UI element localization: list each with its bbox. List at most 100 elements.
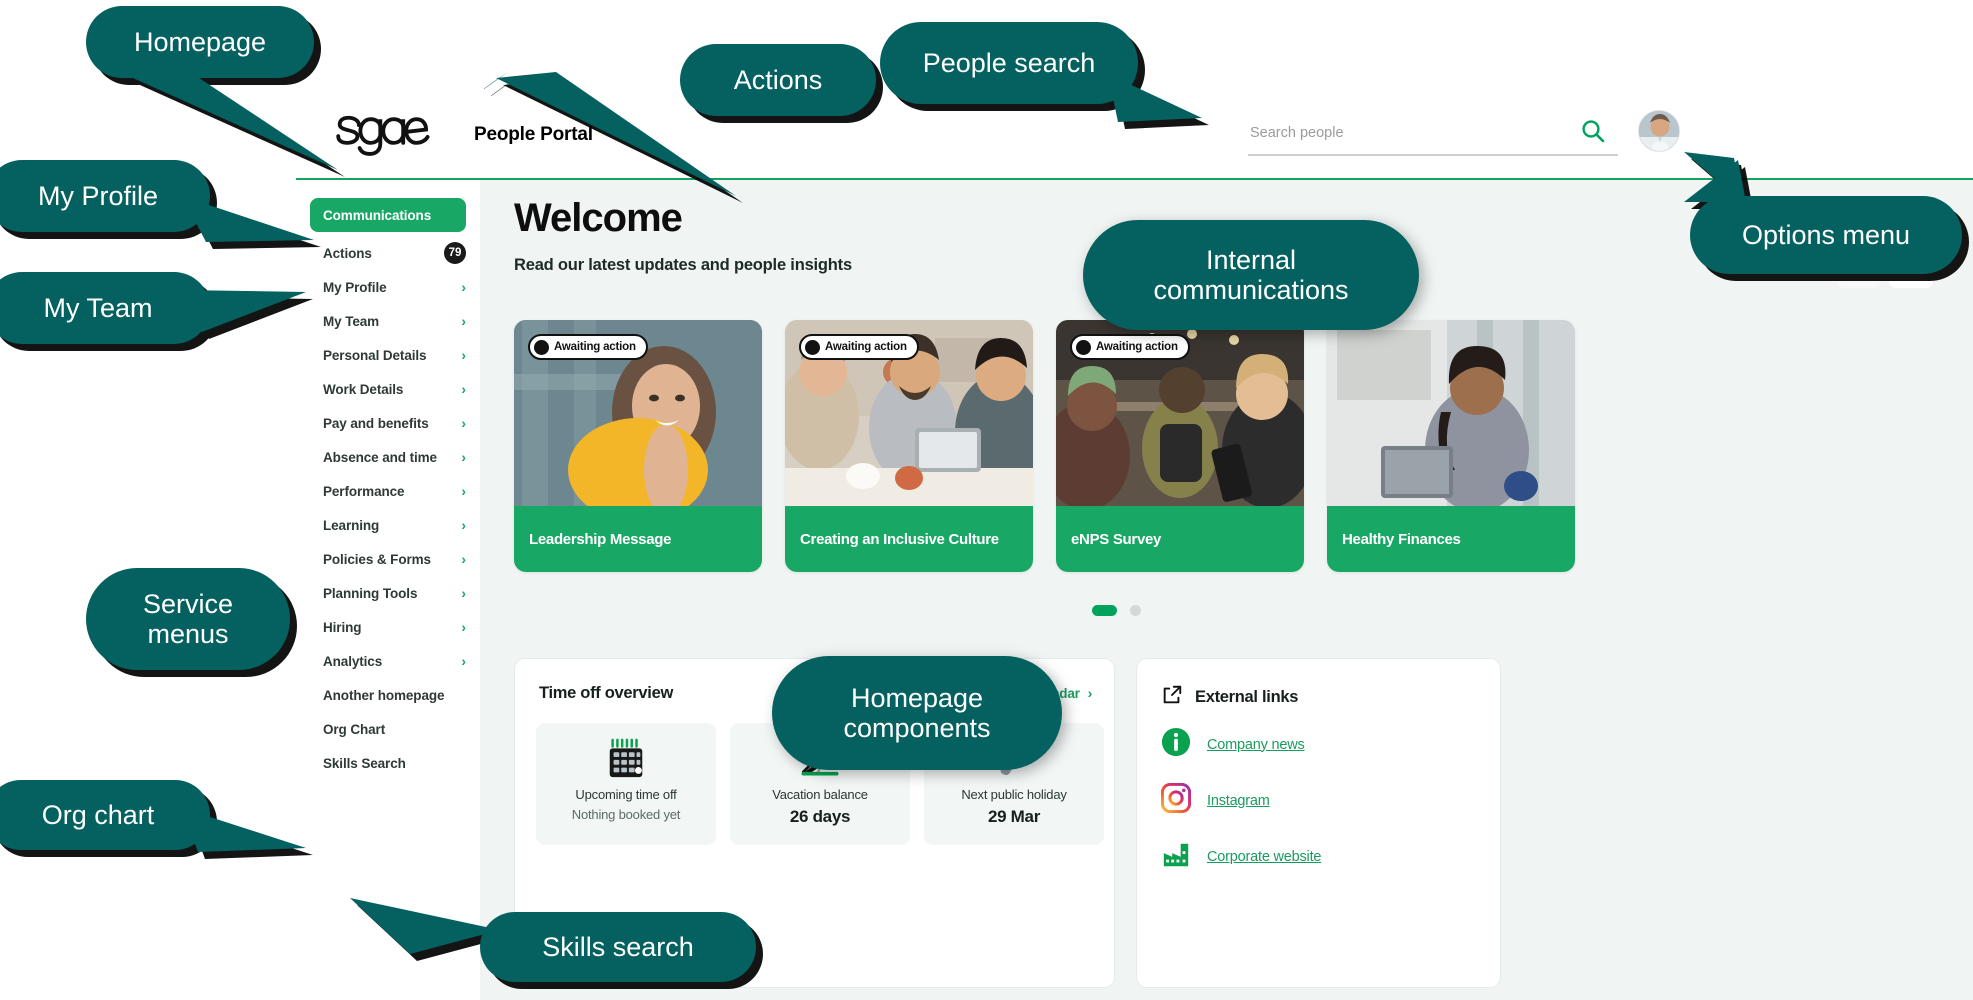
external-link-corporate-website[interactable]: Corporate website [1161,839,1321,874]
callout-actions: Actions [484,44,876,196]
sidebar-item-skills-search[interactable]: Skills Search [296,746,480,780]
callout-homepage-components: Homepage components [772,656,1062,770]
chevron-right-icon: › [461,551,466,567]
info-circle-icon [1161,727,1191,762]
sidebar-item-policies-and-forms[interactable]: Policies & Forms › [296,542,480,576]
carousel-dot[interactable] [1130,605,1141,616]
sidebar-active-label: Communications [323,207,432,223]
sidebar-item-analytics[interactable]: Analytics › [296,644,480,678]
sidebar-item-label: Pay and benefits [323,415,429,431]
communications-carousel: Awaiting action Leadership Message Await… [514,320,1575,572]
status-badge: Awaiting action [799,334,919,360]
time-off-heading: Time off overview [539,684,673,702]
sidebar-item-performance[interactable]: Performance › [296,474,480,508]
sidebar-item-another-homepage[interactable]: Another homepage [296,678,480,712]
tile-value: 26 days [789,807,851,826]
sidebar-item-planning-tools[interactable]: Planning Tools › [296,576,480,610]
avatar[interactable] [1638,110,1680,152]
sidebar-item-my-team[interactable]: My Team › [296,304,480,338]
sidebar-item-label: Org Chart [323,721,386,737]
callout-bubble: My Team [0,272,210,344]
sidebar-item-label: My Profile [323,279,387,295]
card-footer: Creating an Inclusive Culture [785,506,1033,572]
sidebar-nav: Communications Actions 79 My Profile › M… [296,180,480,1000]
search-input[interactable] [1248,114,1566,152]
sidebar-item-absence-and-time[interactable]: Absence and time › [296,440,480,474]
communication-card[interactable]: Awaiting action eNPS Survey [1056,320,1304,572]
sidebar-item-label: Actions [323,245,372,261]
status-label: Awaiting action [1096,341,1178,353]
chevron-right-icon: › [461,449,466,465]
calendar-icon [604,735,648,781]
callout-service-menus: Service menus [86,568,290,670]
tile-label: Next public holiday [961,787,1067,802]
status-dot-icon [805,339,820,355]
sidebar-item-label: Performance [323,483,405,499]
external-link-company-news[interactable]: Company news [1161,727,1305,762]
callout-bubble: My Profile [0,160,210,232]
sidebar-item-label: Work Details [323,381,404,397]
card-image [1327,320,1575,506]
tile-label: Vacation balance [772,787,868,802]
chevron-right-icon: › [461,585,466,601]
card-image: Awaiting action [514,320,762,506]
external-link-icon [1161,684,1183,711]
people-search [1248,114,1618,158]
callout-bubble: Internal communications [1083,220,1419,330]
tile-upcoming-time-off[interactable]: Upcoming time off Nothing booked yet [536,723,716,845]
card-image: Awaiting action [785,320,1033,506]
status-dot-icon [534,339,549,355]
sidebar-item-label: Planning Tools [323,585,418,601]
actions-badge: 79 [444,242,466,264]
communication-card[interactable]: Awaiting action Creating an Inclusive Cu… [785,320,1033,572]
external-link-instagram[interactable]: Instagram [1160,782,1270,818]
external-link-label: Instagram [1207,792,1270,809]
chevron-right-icon: › [461,619,466,635]
card-footer: Leadership Message [514,506,762,572]
chevron-right-icon: › [461,313,466,329]
sidebar-item-work-details[interactable]: Work Details › [296,372,480,406]
status-label: Awaiting action [554,341,636,353]
sage-logo-icon[interactable] [336,110,432,158]
sidebar-item-communications[interactable]: Communications [310,198,466,232]
sidebar-item-label: Analytics [323,653,383,669]
callout-options-menu: Options menu [1684,152,1962,274]
callout-internal-communications: Internal communications [1083,220,1419,330]
status-badge: Awaiting action [1070,334,1190,360]
sidebar-item-label: Personal Details [323,347,427,363]
status-badge: Awaiting action [528,334,648,360]
sidebar-item-label: Hiring [323,619,362,635]
sidebar-item-personal-details[interactable]: Personal Details › [296,338,480,372]
chevron-right-icon: › [461,653,466,669]
communication-card[interactable]: Awaiting action Leadership Message [514,320,762,572]
sidebar-item-my-profile[interactable]: My Profile › [296,270,480,304]
chevron-right-icon: › [461,483,466,499]
sidebar-item-label: Learning [323,517,380,533]
chevron-right-icon: › [461,517,466,533]
status-label: Awaiting action [825,341,907,353]
callout-my-profile: My Profile [0,160,314,242]
search-icon[interactable] [1580,118,1614,152]
tile-sub: Nothing booked yet [571,807,681,822]
sidebar-item-pay-and-benefits[interactable]: Pay and benefits › [296,406,480,440]
callout-skills-search: Skills search [350,898,756,982]
tile-label: Upcoming time off [575,787,677,802]
screenshot-root: People Portal Search people Communicatio… [0,0,1973,1000]
sidebar-item-hiring[interactable]: Hiring › [296,610,480,644]
carousel-dot-active[interactable] [1092,605,1117,616]
search-underline [1248,154,1618,156]
external-link-label: Corporate website [1207,848,1322,865]
external-link-label: Company news [1207,736,1305,753]
chevron-right-icon: › [1087,686,1093,701]
instagram-icon [1160,782,1192,818]
communication-card[interactable]: Healthy Finances [1327,320,1575,572]
sidebar-item-actions[interactable]: Actions 79 [296,236,480,270]
card-title: eNPS Survey [1071,530,1162,548]
sidebar-item-org-chart[interactable]: Org Chart [296,712,480,746]
chevron-right-icon: › [461,347,466,363]
card-title: Creating an Inclusive Culture [800,530,999,548]
card-footer: Healthy Finances [1327,506,1575,572]
callout-my-team: My Team [0,272,306,344]
factory-icon [1161,839,1191,874]
sidebar-item-learning[interactable]: Learning › [296,508,480,542]
